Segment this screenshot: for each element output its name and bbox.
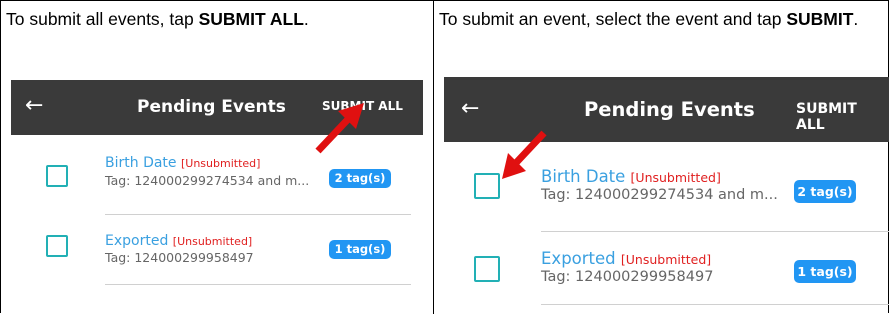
app-title: Pending Events xyxy=(584,98,755,121)
event-title: Birth Date [Unsubmitted] xyxy=(541,167,721,186)
event-status: [Unsubmitted] xyxy=(180,157,261,170)
right-instruction-cell: To submit an event, select the event and… xyxy=(434,1,889,314)
event-tag: Tag: 124000299958497 xyxy=(541,269,714,285)
event-checkbox[interactable] xyxy=(474,256,500,282)
event-status: [Unsubmitted] xyxy=(172,235,253,248)
caption-end: . xyxy=(853,9,859,29)
left-caption: To submit all events, tap SUBMIT ALL. xyxy=(6,8,426,30)
event-tag: Tag: 124000299274534 and m... xyxy=(105,173,310,188)
event-status: [Unsubmitted] xyxy=(630,170,721,185)
tag-count-badge: 1 tag(s) xyxy=(329,240,391,259)
red-arrow-icon xyxy=(315,103,364,154)
event-title: Birth Date [Unsubmitted] xyxy=(105,155,261,171)
event-checkbox[interactable] xyxy=(46,165,68,187)
event-title: Exported [Unsubmitted] xyxy=(541,249,712,268)
tag-count-badge: 2 tag(s) xyxy=(329,169,391,188)
right-caption: To submit an event, select the event and… xyxy=(439,8,884,30)
event-status: [Unsubmitted] xyxy=(620,252,712,267)
submit-all-button[interactable]: SUBMIT ALL xyxy=(796,101,889,133)
caption-bold: SUBMIT ALL xyxy=(198,9,304,29)
event-tag: Tag: 124000299958497 xyxy=(105,250,254,265)
instruction-table: To submit all events, tap SUBMIT ALL. ← … xyxy=(0,0,889,314)
tag-count-badge: 1 tag(s) xyxy=(794,260,856,283)
event-checkbox[interactable] xyxy=(46,235,68,257)
back-arrow-icon[interactable]: ← xyxy=(25,95,43,117)
caption-text: To submit all events, tap xyxy=(6,9,199,29)
app-title: Pending Events xyxy=(137,97,286,117)
left-instruction-cell: To submit all events, tap SUBMIT ALL. ← … xyxy=(1,1,434,314)
divider xyxy=(541,304,889,305)
tag-count-badge: 2 tag(s) xyxy=(794,180,856,203)
caption-end: . xyxy=(303,9,309,29)
list-item[interactable]: Exported [Unsubmitted] Tag: 124000299958… xyxy=(444,232,889,307)
event-title: Exported [Unsubmitted] xyxy=(105,233,253,249)
caption-text: To submit an event, select the event and… xyxy=(439,9,787,29)
list-item[interactable]: Exported [Unsubmitted] Tag: 124000299958… xyxy=(11,215,423,285)
red-arrow-icon xyxy=(502,130,547,179)
caption-bold: SUBMIT xyxy=(786,9,854,29)
divider xyxy=(105,284,411,285)
back-arrow-icon[interactable]: ← xyxy=(461,98,479,120)
event-tag: Tag: 124000299274534 and m... xyxy=(541,187,778,203)
